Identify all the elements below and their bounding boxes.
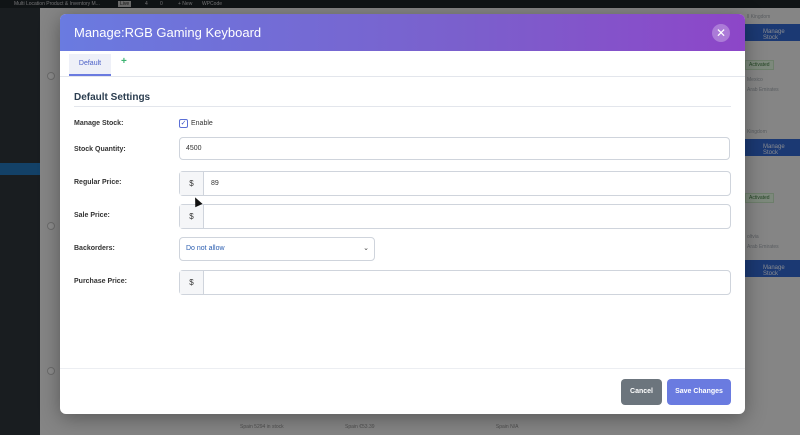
currency-addon: $ — [180, 271, 204, 294]
cancel-button[interactable]: Cancel — [621, 379, 662, 405]
stock-quantity-label: Stock Quantity: — [74, 146, 126, 153]
manage-stock-label: Manage Stock: — [74, 120, 124, 127]
save-changes-button[interactable]: Save Changes — [667, 379, 731, 405]
tab-default[interactable]: Default — [69, 54, 111, 76]
purchase-price-label: Purchase Price: — [74, 278, 127, 285]
backorders-selected-value: Do not allow — [186, 245, 225, 252]
modal-footer: Cancel Save Changes — [60, 368, 745, 414]
currency-addon: $ — [180, 172, 204, 195]
regular-price-group[interactable]: $ 89 — [179, 171, 731, 196]
regular-price-label: Regular Price: — [74, 179, 122, 186]
backorders-select[interactable]: Do not allow ⌄ — [179, 237, 375, 261]
currency-addon: $ — [180, 205, 204, 228]
close-icon[interactable]: ✕ — [712, 24, 730, 42]
purchase-price-group[interactable]: $ — [179, 270, 731, 295]
stock-quantity-input[interactable]: 4500 — [179, 137, 730, 160]
tab-bar: Default + — [60, 51, 745, 77]
backorders-label: Backorders: — [74, 245, 115, 252]
sale-price-group[interactable]: $ — [179, 204, 731, 229]
chevron-down-icon: ⌄ — [363, 245, 369, 252]
regular-price-input[interactable]: 89 — [211, 172, 219, 195]
manage-stock-checkbox[interactable]: ✓ — [179, 119, 188, 128]
add-tab-icon[interactable]: + — [121, 56, 127, 67]
modal-title: Manage:RGB Gaming Keyboard — [74, 25, 262, 40]
sale-price-label: Sale Price: — [74, 212, 110, 219]
section-title: Default Settings — [74, 92, 151, 103]
manage-product-modal: Manage:RGB Gaming Keyboard ✕ Default + D… — [60, 14, 745, 414]
enable-label[interactable]: Enable — [191, 120, 213, 127]
modal-header: Manage:RGB Gaming Keyboard ✕ — [60, 14, 745, 51]
section-divider — [74, 106, 731, 107]
